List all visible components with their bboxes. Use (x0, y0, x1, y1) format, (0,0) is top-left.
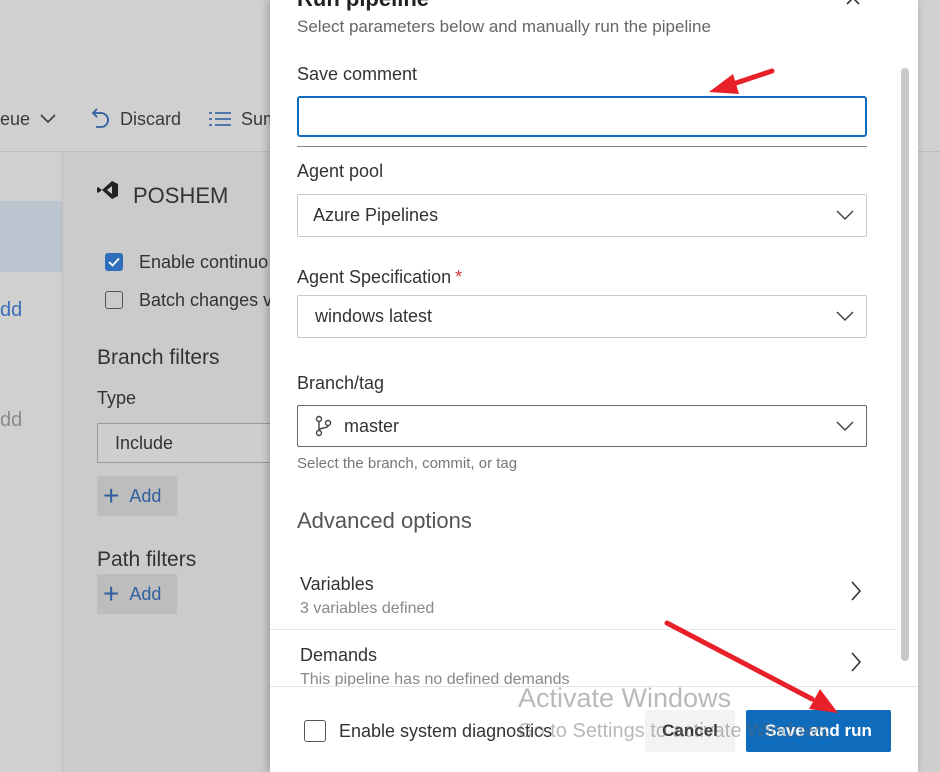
chevron-down-icon (836, 421, 854, 432)
type-value: Include (115, 432, 174, 453)
type-select[interactable]: Include (97, 423, 287, 463)
panel-scrollbar[interactable] (901, 68, 909, 661)
enable-ci-checkbox[interactable] (105, 253, 123, 271)
branch-value: master (344, 415, 400, 436)
queue-menu[interactable]: eue (0, 106, 56, 132)
branch-tag-dropdown[interactable]: master (297, 405, 867, 447)
variables-subtitle: 3 variables defined (300, 600, 435, 617)
batch-changes-label: Batch changes v (139, 290, 273, 310)
demands-title: Demands (300, 645, 378, 665)
agent-pool-label: Agent pool (297, 161, 384, 181)
agent-spec-dropdown[interactable]: windows latest (297, 295, 867, 338)
discard-icon (91, 108, 109, 128)
branch-add-label: Add (129, 485, 162, 506)
save-comment-label: Save comment (297, 64, 418, 84)
chevron-down-icon (40, 114, 56, 124)
chevron-right-icon (851, 581, 862, 601)
agent-spec-label-text: Agent Specification (297, 267, 452, 287)
agent-pool-dropdown[interactable]: Azure Pipelines (297, 194, 867, 237)
panel-title: Run pipeline (297, 0, 429, 12)
summary-button[interactable]: Sum (208, 106, 278, 132)
branch-filters-heading: Branch filters (97, 346, 220, 369)
path-filters-heading: Path filters (97, 548, 197, 571)
branch-helper-text: Select the branch, commit, or tag (297, 455, 518, 472)
chevron-down-icon (836, 210, 854, 221)
left-nav-add-link[interactable]: dd (0, 299, 22, 322)
chevron-right-icon (851, 652, 862, 672)
vs-logo-icon (97, 181, 118, 199)
list-icon (209, 112, 231, 126)
branch-icon (315, 415, 332, 437)
variables-title: Variables (300, 574, 374, 594)
activate-windows-watermark-sub: Go to Settings to activate Windows. (518, 720, 834, 742)
discard-label: Discard (120, 108, 182, 129)
repo-name: POSHEM (133, 183, 229, 208)
path-add-label: Add (129, 583, 162, 604)
type-label: Type (97, 388, 137, 408)
save-comment-input[interactable] (297, 96, 867, 137)
required-mark: * (455, 267, 463, 287)
batch-changes-checkbox[interactable] (105, 291, 123, 309)
plus-icon: + (103, 578, 120, 609)
discard-button[interactable]: Discard (88, 106, 181, 132)
chevron-down-icon (836, 311, 854, 322)
system-diagnostics-checkbox[interactable] (304, 720, 326, 742)
branch-add-button[interactable]: + Add (97, 476, 177, 516)
left-nav-add-link-disabled: dd (0, 409, 23, 431)
activate-windows-watermark: Activate Windows (518, 683, 732, 713)
close-icon[interactable] (845, 0, 865, 8)
agent-pool-value: Azure Pipelines (313, 205, 439, 225)
checkbox-checked-icon (108, 257, 120, 267)
branch-tag-label: Branch/tag (297, 373, 385, 393)
run-pipeline-panel: Run pipeline Select parameters below and… (270, 0, 918, 772)
left-nav-selected-item[interactable] (0, 201, 62, 272)
variables-row[interactable]: Variables 3 variables defined (270, 566, 896, 636)
plus-icon: + (103, 480, 120, 511)
enable-ci-label: Enable continuo (139, 252, 269, 272)
path-add-button[interactable]: + Add (97, 574, 177, 614)
save-comment-underline (297, 146, 867, 147)
agent-spec-value: windows latest (315, 306, 433, 326)
queue-label: eue (0, 108, 31, 129)
agent-spec-label: Agent Specification * (297, 267, 462, 288)
row-divider (270, 629, 896, 630)
panel-subtitle: Select parameters below and manually run… (297, 17, 711, 36)
advanced-options-heading: Advanced options (297, 508, 472, 533)
